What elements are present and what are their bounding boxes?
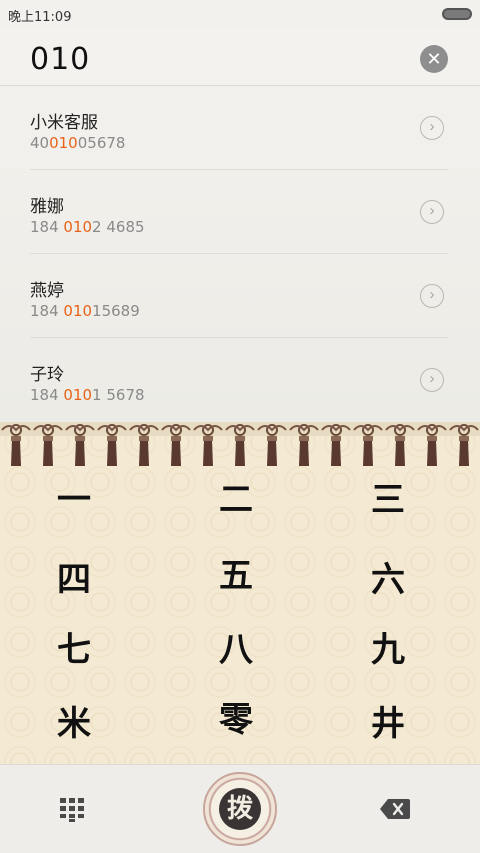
tassel-cap bbox=[427, 436, 437, 441]
key-0[interactable]: 零 bbox=[176, 690, 296, 750]
tassel-cap bbox=[331, 436, 341, 441]
chevron-right-icon: › bbox=[429, 202, 435, 219]
chevron-right-icon: › bbox=[429, 370, 435, 387]
tassel-fringe bbox=[107, 440, 117, 466]
tassel-cap bbox=[235, 436, 245, 441]
search-input[interactable]: 010 bbox=[30, 42, 90, 77]
tassel-cap bbox=[139, 436, 149, 441]
tassel-cap bbox=[171, 436, 181, 441]
tassel-fringe bbox=[11, 440, 21, 466]
status-time: 晚上11:09 bbox=[8, 10, 72, 25]
status-bar: 晚上11:09 bbox=[0, 0, 480, 28]
tassel-cap bbox=[459, 436, 469, 441]
tassel-cap bbox=[203, 436, 213, 441]
tassel-cap bbox=[107, 436, 117, 441]
tassel-fringe bbox=[363, 440, 373, 466]
tassel-fringe bbox=[203, 440, 213, 466]
key-6[interactable]: 六 bbox=[328, 550, 448, 610]
key-hash[interactable]: 井 bbox=[328, 694, 448, 754]
key-1[interactable]: 一 bbox=[14, 470, 134, 530]
key-4[interactable]: 四 bbox=[14, 550, 134, 610]
key-star[interactable]: 米 bbox=[14, 694, 134, 754]
clear-search-button[interactable]: ✕ bbox=[420, 45, 448, 73]
tassel-fringe bbox=[171, 440, 181, 466]
contact-detail-button[interactable]: › bbox=[420, 116, 444, 140]
list-item[interactable]: 雅娜 184 0102 4685 › bbox=[30, 170, 448, 254]
contact-detail-button[interactable]: › bbox=[420, 368, 444, 392]
tassel-fringe bbox=[299, 440, 309, 466]
tassel-fringe bbox=[395, 440, 405, 466]
key-5[interactable]: 五 bbox=[176, 546, 296, 606]
tassel-decoration bbox=[0, 422, 480, 466]
battery-icon bbox=[442, 8, 472, 20]
contact-number: 184 0102 4685 bbox=[30, 218, 145, 236]
tassel-fringe bbox=[427, 440, 437, 466]
key-2[interactable]: 二 bbox=[176, 470, 296, 530]
tassel-fringe bbox=[459, 440, 469, 466]
search-header: 010 ✕ bbox=[0, 28, 480, 86]
call-button-label: 拨 bbox=[219, 788, 261, 830]
tassel-fringe bbox=[331, 440, 341, 466]
backspace-icon[interactable] bbox=[380, 799, 410, 819]
contact-results-list: 小米客服 4001005678 › 雅娜 184 0102 4685 › 燕婷 … bbox=[0, 86, 480, 422]
tassel-fringe bbox=[267, 440, 277, 466]
tassel-cap bbox=[43, 436, 53, 441]
key-3[interactable]: 三 bbox=[328, 470, 448, 530]
chevron-right-icon: › bbox=[429, 118, 435, 135]
contact-number: 184 01015689 bbox=[30, 302, 140, 320]
tassel-fringe bbox=[235, 440, 245, 466]
tassel-fringe bbox=[139, 440, 149, 466]
contact-number: 184 0101 5678 bbox=[30, 386, 145, 404]
tassel-cap bbox=[395, 436, 405, 441]
contact-number: 4001005678 bbox=[30, 134, 126, 152]
close-icon: ✕ bbox=[426, 49, 442, 69]
call-button[interactable]: 拨 bbox=[203, 772, 277, 846]
contact-name: 小米客服 bbox=[30, 113, 98, 133]
tassel-cap bbox=[267, 436, 277, 441]
contact-name: 子玲 bbox=[30, 365, 64, 385]
tassel-cap bbox=[299, 436, 309, 441]
contact-detail-button[interactable]: › bbox=[420, 284, 444, 308]
key-7[interactable]: 七 bbox=[14, 620, 134, 680]
contact-name: 燕婷 bbox=[30, 281, 64, 301]
key-9[interactable]: 九 bbox=[328, 620, 448, 680]
list-item[interactable]: 子玲 184 0101 5678 › bbox=[30, 338, 448, 422]
contact-detail-button[interactable]: › bbox=[420, 200, 444, 224]
tassel-cap bbox=[75, 436, 85, 441]
chevron-right-icon: › bbox=[429, 286, 435, 303]
dialpad-icon[interactable] bbox=[58, 795, 86, 823]
key-8[interactable]: 八 bbox=[176, 620, 296, 680]
tassel-fringe bbox=[43, 440, 53, 466]
tassel-cap bbox=[363, 436, 373, 441]
list-item[interactable]: 燕婷 184 01015689 › bbox=[30, 254, 448, 338]
list-item[interactable]: 小米客服 4001005678 › bbox=[30, 86, 448, 170]
contact-name: 雅娜 bbox=[30, 197, 64, 217]
tassel-fringe bbox=[75, 440, 85, 466]
bottom-bar: 拨 bbox=[0, 764, 480, 853]
tassel-cap bbox=[11, 436, 21, 441]
